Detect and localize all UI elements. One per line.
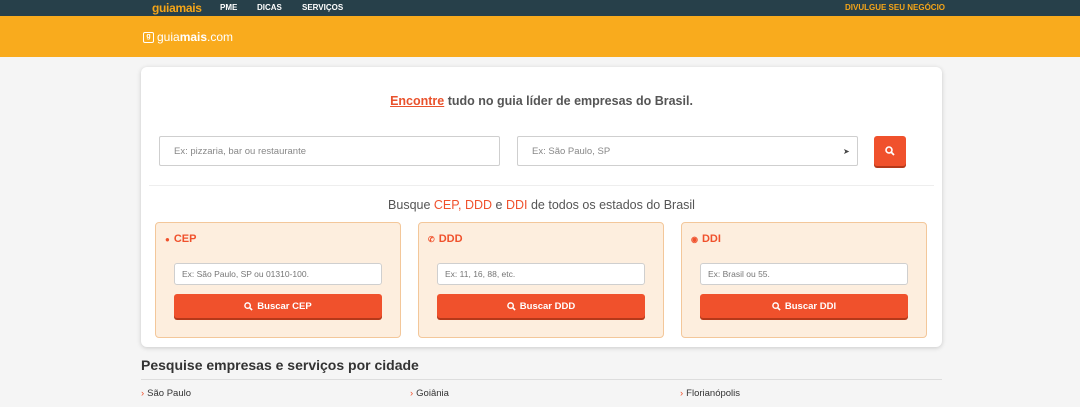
cep-panel-title: CEP (173, 233, 197, 245)
business-search-input[interactable] (159, 136, 500, 166)
chevron-right-icon: › (141, 388, 145, 399)
cities-divider (141, 379, 942, 380)
cities-heading: Pesquise empresas e serviços por cidade (141, 357, 419, 373)
chevron-right-icon: › (680, 388, 684, 399)
ddd-lookup-panel: ✆DDD Buscar DDD (418, 222, 664, 338)
city-link[interactable]: › Goiânia (410, 388, 449, 399)
ddi-lookup-panel: ◉DDI Buscar DDI (681, 222, 927, 338)
tagline-highlight[interactable]: Encontre (390, 94, 444, 108)
tagline-text: tudo no guia líder de empresas do Brasil… (444, 94, 693, 108)
search-icon (506, 301, 516, 311)
search-button[interactable] (874, 136, 906, 166)
hero-tagline: Encontre tudo no guia líder de empresas … (141, 94, 942, 108)
map-pin-icon: ● (165, 234, 170, 244)
search-card: Encontre tudo no guia líder de empresas … (141, 67, 942, 347)
buscar-ddd-button[interactable]: Buscar DDD (437, 294, 645, 318)
guiamais-logo-icon: g (143, 31, 154, 43)
ddd-panel-title: DDD (438, 233, 463, 245)
phone-icon: ✆ (428, 234, 435, 244)
site-logo[interactable]: g guia mais .com (143, 30, 233, 44)
locate-arrow-icon[interactable]: ➤ (843, 147, 850, 156)
divulgue-negocio-link[interactable]: DIVULGUE SEU NEGÓCIO (845, 3, 945, 12)
nav-pme-link[interactable]: PME (220, 3, 237, 12)
nav-servicos-link[interactable]: SERVIÇOS (302, 3, 343, 12)
search-icon (772, 301, 781, 311)
topbar-logo[interactable]: guiamais (152, 1, 202, 15)
cep-lookup-panel: ●CEP Buscar CEP (155, 222, 401, 338)
chevron-right-icon: › (410, 388, 414, 399)
search-icon (885, 146, 895, 156)
lookup-heading: Busque CEP, DDD e DDI de todos os estado… (388, 198, 695, 212)
section-divider (149, 185, 934, 186)
city-link[interactable]: › Florianópolis (680, 388, 740, 399)
top-navigation-bar: guiamais PME DICAS SERVIÇOS DIVULGUE SEU… (0, 0, 1080, 16)
ddd-input[interactable] (437, 263, 645, 285)
ddi-panel-title: DDI (701, 233, 721, 245)
globe-icon: ◉ (691, 234, 698, 244)
location-search-input[interactable] (517, 136, 858, 166)
search-icon (244, 301, 253, 311)
site-header: g guia mais .com (0, 16, 1080, 57)
nav-dicas-link[interactable]: DICAS (257, 3, 282, 12)
city-link[interactable]: › São Paulo (141, 388, 191, 399)
buscar-ddi-button[interactable]: Buscar DDI (700, 294, 908, 318)
cep-input[interactable] (174, 263, 382, 285)
ddi-input[interactable] (700, 263, 908, 285)
buscar-cep-button[interactable]: Buscar CEP (174, 294, 382, 318)
